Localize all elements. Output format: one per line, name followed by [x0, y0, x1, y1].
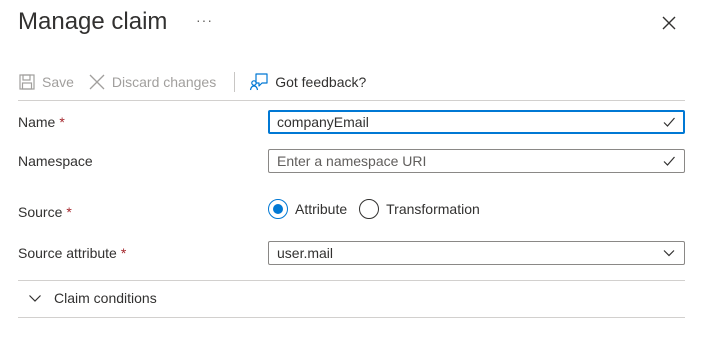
- source-attribute-dropdown[interactable]: user.mail: [268, 241, 685, 265]
- source-attribute-value: user.mail: [277, 245, 334, 261]
- source-label-text: Source: [18, 204, 63, 220]
- toolbar-separator: [234, 72, 236, 92]
- page-title: Manage claim: [18, 8, 168, 35]
- radio-attribute-circle[interactable]: [268, 199, 288, 219]
- claim-conditions-label: Claim conditions: [54, 290, 157, 306]
- save-label: Save: [42, 74, 74, 90]
- radio-transformation[interactable]: Transformation: [359, 199, 480, 219]
- name-label-text: Name: [18, 114, 56, 130]
- source-attribute-label: Source attribute *: [18, 245, 126, 261]
- feedback-icon: [250, 73, 268, 91]
- required-marker: *: [120, 245, 127, 261]
- save-icon: [19, 74, 35, 90]
- close-icon[interactable]: [660, 14, 678, 32]
- checkmark-icon: [663, 117, 675, 127]
- divider: [18, 280, 685, 281]
- namespace-label: Namespace: [18, 153, 93, 169]
- chevron-down-icon: [29, 295, 41, 302]
- name-input[interactable]: companyEmail: [268, 110, 685, 134]
- namespace-input[interactable]: Enter a namespace URI: [268, 149, 685, 173]
- namespace-placeholder: Enter a namespace URI: [277, 153, 427, 169]
- chevron-down-icon: [663, 250, 675, 257]
- checkmark-icon: [663, 156, 675, 166]
- claim-conditions-toggle[interactable]: Claim conditions: [28, 290, 157, 306]
- feedback-label: Got feedback?: [275, 74, 367, 90]
- command-bar: Save Discard changes Got feedback?: [18, 70, 685, 94]
- radio-transformation-circle[interactable]: [359, 199, 380, 219]
- name-label: Name *: [18, 114, 65, 130]
- name-input-value: companyEmail: [277, 114, 369, 130]
- discard-changes-button[interactable]: Discard changes: [88, 73, 216, 91]
- discard-label: Discard changes: [111, 74, 217, 90]
- divider: [18, 100, 685, 101]
- required-marker: *: [66, 204, 72, 220]
- radio-attribute[interactable]: Attribute: [268, 199, 347, 219]
- save-button[interactable]: Save: [18, 73, 74, 91]
- radio-attribute-label: Attribute: [295, 201, 348, 217]
- source-label: Source *: [18, 204, 72, 220]
- source-radio-group: Attribute Transformation: [268, 199, 492, 219]
- source-attribute-label-text: Source attribute: [18, 245, 117, 261]
- divider: [18, 317, 685, 318]
- discard-icon: [89, 74, 105, 90]
- required-marker: *: [59, 114, 65, 130]
- feedback-button[interactable]: Got feedback?: [249, 72, 366, 92]
- more-options-button[interactable]: ···: [196, 12, 213, 28]
- radio-transformation-label: Transformation: [386, 201, 480, 217]
